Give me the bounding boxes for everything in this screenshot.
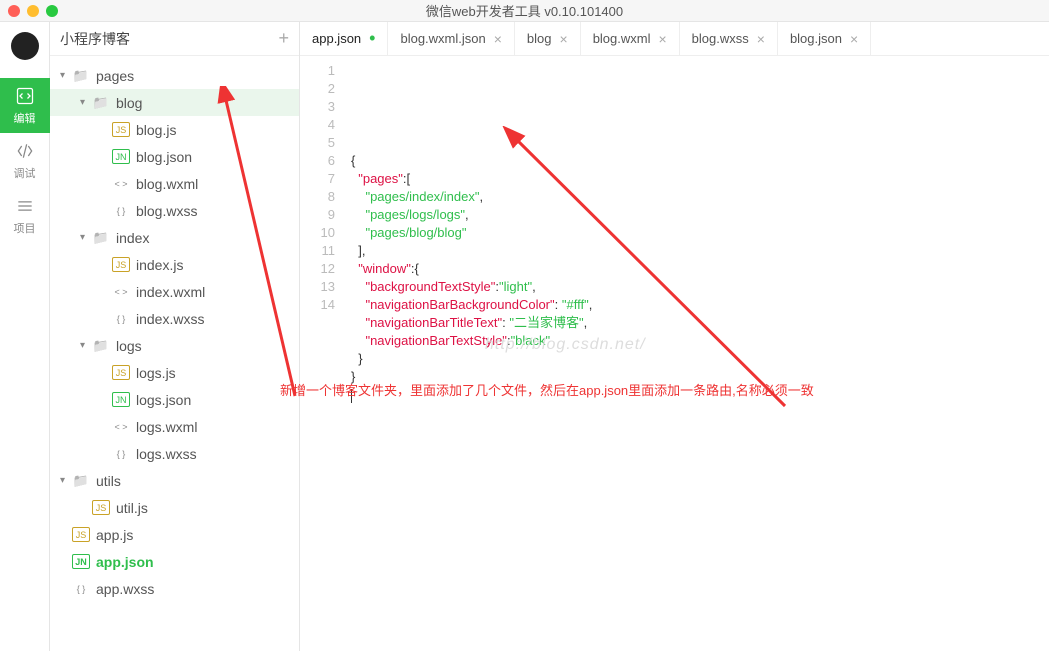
- activity-bar: 编辑 调试 项目: [0, 22, 50, 651]
- watermark: http://blog.csdn.net/: [485, 336, 646, 354]
- close-icon[interactable]: ×: [494, 31, 502, 47]
- tool-edit[interactable]: 编辑: [0, 78, 50, 133]
- titlebar: 微信web开发者工具 v0.10.101400: [0, 0, 1049, 22]
- file-index-js[interactable]: index.js: [50, 251, 299, 278]
- file-blog-json[interactable]: blog.json: [50, 143, 299, 170]
- close-icon[interactable]: ×: [560, 31, 568, 47]
- explorer-header: 小程序博客 +: [50, 22, 299, 56]
- menu-icon: [15, 196, 35, 216]
- tab-blog-wxss[interactable]: blog.wxss×: [680, 22, 778, 55]
- folder-index[interactable]: ▾index: [50, 224, 299, 251]
- tool-debug[interactable]: 调试: [0, 133, 50, 188]
- minimize-window-icon[interactable]: [27, 5, 39, 17]
- close-icon[interactable]: ×: [850, 31, 858, 47]
- file-app-wxss[interactable]: app.wxss: [50, 575, 299, 602]
- code-brackets-icon: [15, 86, 35, 106]
- maximize-window-icon[interactable]: [46, 5, 58, 17]
- window-title: 微信web开发者工具 v0.10.101400: [426, 1, 623, 20]
- close-icon[interactable]: ×: [757, 31, 765, 47]
- tool-project[interactable]: 项目: [0, 188, 50, 243]
- add-file-button[interactable]: +: [278, 28, 289, 49]
- file-logs-wxss[interactable]: logs.wxss: [50, 440, 299, 467]
- file-index-wxss[interactable]: index.wxss: [50, 305, 299, 332]
- line-gutter: 1234567891011121314: [300, 56, 345, 651]
- code-lines[interactable]: http://blog.csdn.net/ { "pages":[ "pages…: [345, 56, 1049, 651]
- debug-icon: [15, 141, 35, 161]
- modified-icon: •: [369, 28, 375, 49]
- file-logs-json[interactable]: logs.json: [50, 386, 299, 413]
- file-index-wxml[interactable]: index.wxml: [50, 278, 299, 305]
- annotation-text: 新增一个博客文件夹，里面添加了几个文件，然后在app.json里面添加一条路由,…: [280, 380, 814, 399]
- tab-blog-wxml-json[interactable]: blog.wxml.json×: [388, 22, 514, 55]
- code-editor[interactable]: 1234567891011121314 http://blog.csdn.net…: [300, 56, 1049, 651]
- avatar[interactable]: [11, 32, 39, 60]
- file-blog-wxss[interactable]: blog.wxss: [50, 197, 299, 224]
- close-window-icon[interactable]: [8, 5, 20, 17]
- close-icon[interactable]: ×: [658, 31, 666, 47]
- editor-tabs: app.json• blog.wxml.json× blog× blog.wxm…: [300, 22, 1049, 56]
- folder-logs[interactable]: ▾logs: [50, 332, 299, 359]
- file-explorer: 小程序博客 + ▾pages ▾blog blog.js blog.json b…: [50, 22, 300, 651]
- file-logs-js[interactable]: logs.js: [50, 359, 299, 386]
- file-blog-wxml[interactable]: blog.wxml: [50, 170, 299, 197]
- tab-blog-json[interactable]: blog.json×: [778, 22, 871, 55]
- tab-app-json[interactable]: app.json•: [300, 22, 388, 55]
- tab-blog[interactable]: blog×: [515, 22, 581, 55]
- file-app-js[interactable]: app.js: [50, 521, 299, 548]
- editor-pane: app.json• blog.wxml.json× blog× blog.wxm…: [300, 22, 1049, 651]
- file-app-json[interactable]: app.json: [50, 548, 299, 575]
- folder-blog[interactable]: ▾blog: [50, 89, 299, 116]
- file-blog-js[interactable]: blog.js: [50, 116, 299, 143]
- window-controls: [8, 5, 58, 17]
- file-util-js[interactable]: util.js: [50, 494, 299, 521]
- folder-pages[interactable]: ▾pages: [50, 62, 299, 89]
- file-logs-wxml[interactable]: logs.wxml: [50, 413, 299, 440]
- tab-blog-wxml[interactable]: blog.wxml×: [581, 22, 680, 55]
- folder-utils[interactable]: ▾utils: [50, 467, 299, 494]
- project-name: 小程序博客: [60, 29, 130, 49]
- file-tree: ▾pages ▾blog blog.js blog.json blog.wxml…: [50, 56, 299, 651]
